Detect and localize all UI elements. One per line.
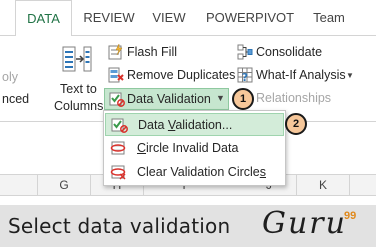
tab-powerpivot[interactable]: POWERPIVOT — [205, 0, 295, 36]
tab-view[interactable]: VIEW — [146, 0, 192, 36]
data-validation-button[interactable]: Data Validation ▼ — [104, 88, 229, 110]
text-to-columns-icon — [62, 46, 92, 72]
data-validation-label: Data Validation — [127, 92, 211, 106]
remove-duplicates-icon — [108, 67, 124, 83]
menu-item-label: Clear Validation Circles — [137, 165, 266, 179]
remove-duplicates-label: Remove Duplicates — [127, 68, 236, 82]
what-if-analysis-label: What-If Analysis — [256, 68, 346, 82]
remove-duplicates-button[interactable]: Remove Duplicates — [108, 67, 236, 85]
caption-bar: Select data validation Guru 99 — [0, 205, 376, 247]
what-if-analysis-icon: ? — [237, 67, 253, 83]
column-header-g[interactable]: G — [38, 175, 90, 195]
step-badge-1: 1 — [232, 88, 254, 110]
chevron-down-icon: ▼ — [346, 71, 354, 80]
svg-text:?: ? — [242, 71, 248, 83]
menu-item-circle-invalid-data[interactable]: Circle Invalid Data — [105, 137, 284, 160]
menu-item-data-validation[interactable]: Data Validation... — [105, 113, 284, 136]
menu-item-label: Circle Invalid Data — [137, 141, 239, 155]
caption-text: Select data validation — [8, 214, 231, 238]
chevron-down-icon: ▼ — [216, 93, 225, 103]
brand-logo-superscript: 99 — [344, 210, 357, 222]
tab-team[interactable]: Team — [307, 0, 351, 36]
consolidate-button[interactable]: Consolidate — [237, 44, 327, 62]
text-to-columns-button[interactable]: Text to Columns — [54, 44, 103, 118]
column-divider — [349, 175, 350, 195]
ribbon-tab-bar: DATA REVIEW VIEW POWERPIVOT Team — [0, 0, 376, 37]
text-to-columns-label-1: Text to — [60, 82, 97, 96]
consolidate-label: Consolidate — [256, 45, 323, 59]
data-validation-icon — [111, 118, 128, 133]
data-validation-menu: Data Validation... Circle Invalid Data C… — [103, 110, 286, 186]
relationships-label: Relationships — [256, 91, 332, 105]
clear-validation-circles-icon — [110, 165, 126, 180]
what-if-analysis-button[interactable]: ? What-If Analysis ▼ — [237, 67, 355, 85]
step-badge-2: 2 — [285, 113, 307, 135]
tab-data[interactable]: DATA — [15, 0, 72, 37]
flash-fill-label: Flash Fill — [127, 45, 178, 59]
cut-off-label-top: oly — [2, 70, 18, 84]
data-validation-icon — [109, 92, 125, 107]
brand-logo: Guru — [262, 206, 347, 241]
cut-off-label-bottom: nced — [2, 92, 30, 106]
menu-item-clear-validation-circles[interactable]: Clear Validation Circles — [105, 161, 284, 184]
circle-invalid-data-icon — [110, 141, 126, 155]
flash-fill-icon — [108, 44, 123, 60]
column-header-k[interactable]: K — [297, 175, 349, 195]
text-to-columns-label-2: Columns — [54, 99, 104, 113]
tab-review[interactable]: REVIEW — [80, 0, 138, 36]
flash-fill-button[interactable]: Flash Fill — [108, 44, 204, 62]
consolidate-icon — [237, 44, 253, 60]
menu-item-label: Data Validation... — [138, 118, 233, 132]
